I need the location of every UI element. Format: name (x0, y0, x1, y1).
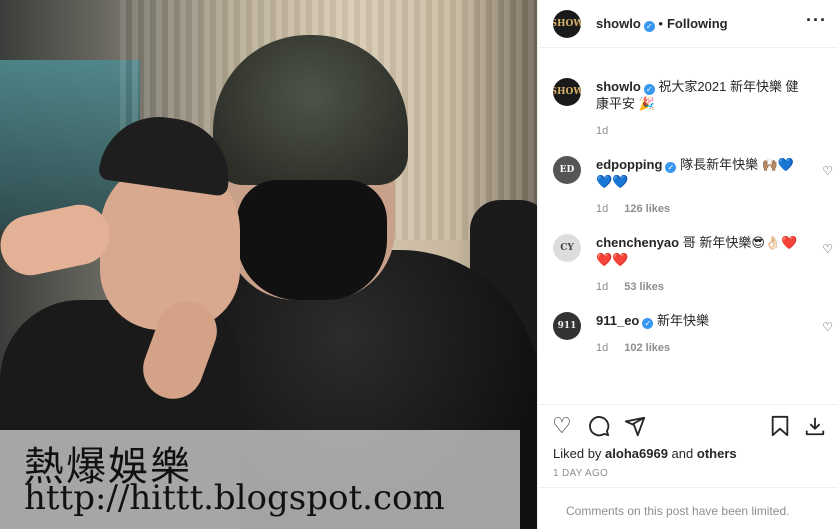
watermark-url: http://hittt.blogspot.com (24, 478, 445, 518)
post-date[interactable]: 1 DAY AGO (553, 468, 608, 479)
bookmark-icon[interactable] (770, 415, 790, 441)
following-button[interactable]: Following (667, 16, 728, 31)
comments-limited-text: Comments on this post have been limited. (566, 504, 790, 518)
comment-meta: 1d 126 likes (596, 201, 806, 218)
avatar[interactable]: CY (553, 234, 581, 262)
separator-dot: • (658, 16, 663, 31)
username-link[interactable]: showlo (596, 16, 641, 31)
username-link[interactable]: 911_eo (596, 313, 639, 328)
post-photo[interactable]: 熱爆娛樂 http://hittt.blogspot.com (0, 0, 537, 529)
heart-icon[interactable]: ♡ (552, 415, 572, 437)
username-link[interactable]: chenchenyao (596, 235, 679, 250)
heart-icon[interactable]: ♡ (822, 320, 833, 334)
comment-body: chenchenyao 哥 新年快樂😎👌🏻❤️❤️❤️ 1d 53 likes (596, 234, 806, 296)
verified-badge-icon: ✓ (643, 21, 655, 32)
comments-limited-bar: Comments on this post have been limited. (538, 487, 838, 531)
liked-user-link[interactable]: aloha6969 (605, 446, 668, 461)
likes-count[interactable]: 102 likes (624, 342, 670, 354)
heart-icon[interactable]: ♡ (822, 164, 833, 178)
header-user: showlo ✓ • Following (596, 16, 728, 32)
verified-badge-icon: ✓ (643, 84, 655, 95)
likes-count[interactable]: 53 likes (624, 281, 664, 293)
comment-body: edpopping ✓ 隊長新年快樂 🙌🏽💙💙💙 1d 126 likes (596, 156, 806, 218)
share-icon[interactable] (624, 415, 646, 441)
post-header: SHOW showlo ✓ • Following ··· (538, 0, 838, 48)
timestamp[interactable]: 1d (596, 203, 608, 215)
timestamp[interactable]: 1d (596, 125, 608, 137)
avatar[interactable]: ED (553, 156, 581, 184)
likes-count[interactable]: 126 likes (624, 203, 670, 215)
avatar[interactable]: SHOW (553, 10, 581, 38)
avatar[interactable]: SHOW (553, 78, 581, 106)
timestamp[interactable]: 1d (596, 281, 608, 293)
face-mask (237, 180, 387, 300)
comment-body: 911_eo ✓ 新年快樂 1d 102 likes (596, 312, 806, 357)
comment-icon[interactable] (588, 415, 610, 441)
timestamp[interactable]: 1d (596, 342, 608, 354)
comment-text: 新年快樂 (657, 313, 710, 328)
liked-by: Liked by aloha6969 and others (553, 446, 737, 461)
caption-meta: 1d (596, 123, 806, 140)
username-link[interactable]: edpopping (596, 157, 662, 172)
download-icon[interactable] (804, 415, 826, 441)
post-actions: ♡ Liked by aloha6969 and others 1 DAY AG… (538, 404, 838, 530)
post-side-panel: SHOW showlo ✓ • Following ··· SHOW showlo ✓… (537, 0, 838, 529)
heart-icon[interactable]: ♡ (822, 242, 833, 256)
more-options-icon[interactable]: ··· (806, 10, 827, 31)
avatar[interactable]: 911 (553, 312, 581, 340)
liked-and: and (671, 446, 694, 461)
liked-prefix: Liked by (553, 446, 602, 461)
verified-badge-icon: ✓ (642, 318, 654, 329)
username-link[interactable]: showlo (596, 79, 641, 94)
caption-body: showlo ✓ 祝大家2021 新年快樂 健康平安 🎉 1d (596, 78, 806, 140)
liked-others-link[interactable]: others (697, 446, 737, 461)
comment-meta: 1d 53 likes (596, 279, 806, 296)
comment-meta: 1d 102 likes (596, 340, 806, 357)
verified-badge-icon: ✓ (665, 162, 677, 173)
